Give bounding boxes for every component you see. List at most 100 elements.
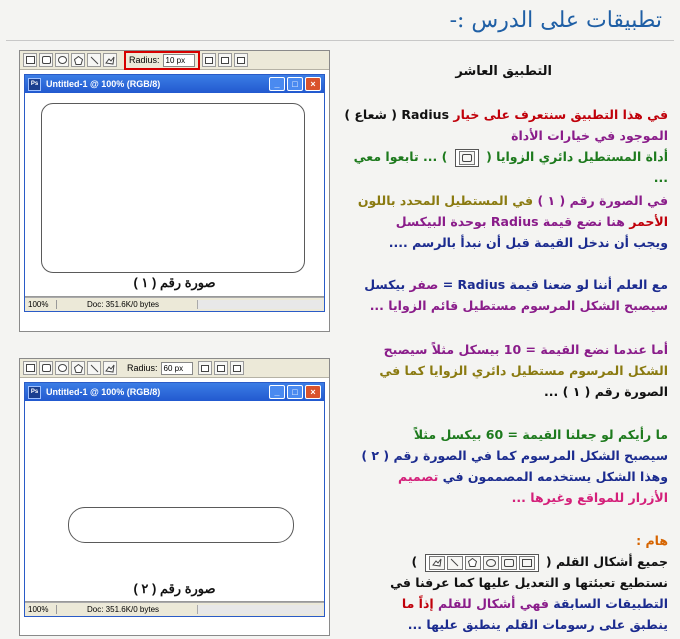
radius-input[interactable]: 60 px	[160, 361, 193, 375]
radius-label: Radius:	[129, 55, 160, 65]
p6-a: جميع أشكال القلم (	[541, 554, 668, 569]
radius-option: Radius: 60 px	[124, 361, 196, 376]
custom-shape-tool-icon[interactable]	[103, 361, 117, 375]
paragraph-4: أما عندما نضع القيمة = 10 بيسكل مثلاً سي…	[338, 339, 668, 402]
minimize-button[interactable]: _	[269, 385, 285, 399]
p2-c: الأحمر	[624, 214, 668, 229]
p5-c: وهذا الشكل يستخدمه المصممون في	[438, 469, 668, 484]
rectangle-tool-icon	[518, 555, 535, 570]
p6-e: فهي أشكال للقلم	[433, 596, 549, 611]
doc-size: Doc: 351.6K/0 bytes	[87, 300, 160, 309]
figure-caption: صورة رقم ( ١ )	[133, 275, 216, 290]
document-titlebar: Ps Untitled-1 @ 100% (RGB/8) _ □ ×	[25, 383, 324, 401]
p5-b: سيصبح الشكل المرسوم كما في الصورة رقم ( …	[361, 448, 668, 463]
p3-d: سيصبح الشكل المرسوم مستطيل قائم الزوايا …	[369, 298, 668, 313]
document-canvas[interactable]: صورة رقم ( ١ )	[25, 93, 324, 297]
document-titlebar: Ps Untitled-1 @ 100% (RGB/8) _ □ ×	[25, 75, 324, 93]
zoom-readout[interactable]: 100%	[25, 300, 57, 309]
paragraph-6: هام : جميع أشكال القلم ( ) نستطيع تعبئته…	[338, 530, 668, 635]
radius-option: Radius: 10 px	[124, 50, 200, 70]
polygon-tool-icon[interactable]	[71, 361, 85, 375]
p5-d: تصميم	[398, 469, 439, 484]
p2-a: في الصورة رقم ( ١ )	[533, 193, 668, 208]
custom-shape-tool-icon[interactable]	[103, 53, 117, 67]
intersect-mode-icon[interactable]	[229, 361, 244, 375]
minimize-button[interactable]: _	[269, 77, 285, 91]
rounded-rectangle-tool-icon[interactable]	[39, 361, 53, 375]
p2-e: ويجب أن ندخل القيمة قبل أن نبدأ بالرسم .…	[388, 235, 668, 250]
p4-b: الشكل المرسوم مستطيل دائري الزوايا كما ف…	[379, 363, 668, 378]
important-label: هام :	[636, 533, 668, 548]
subtract-mode-icon[interactable]	[217, 53, 232, 67]
pill-shape	[68, 507, 294, 543]
paragraph-2: في الصورة رقم ( ١ ) في المستطيل المحدد ب…	[338, 190, 668, 253]
status-bar: 100% Doc: 351.6K/0 bytes	[25, 297, 324, 311]
intersect-mode-icon[interactable]	[233, 53, 248, 67]
path-mode-icon[interactable]	[197, 361, 212, 375]
p5-a: ما رأيكم لو جعلنا القيمة = 60 بيكسل مثلا…	[413, 427, 668, 442]
rectangle-tool-icon[interactable]	[23, 53, 37, 67]
close-button[interactable]: ×	[305, 77, 321, 91]
lesson-title: التطبيق العاشر	[455, 64, 552, 79]
p6-d: التطبيقات السابقة	[548, 596, 668, 611]
zoom-readout[interactable]: 100%	[25, 605, 57, 614]
p6-c: نستطيع تعبئتها و التعديل عليها كما عرفنا…	[390, 575, 668, 590]
photoshop-window-2: Radius: 60 px Ps Untitled-1 @ 100% (RGB/…	[19, 358, 330, 636]
p6-b: )	[411, 554, 422, 569]
document-window: Ps Untitled-1 @ 100% (RGB/8) _ □ × صورة …	[24, 74, 325, 312]
p1-d: أداة المستطيل دائري الزوايا (	[481, 149, 668, 164]
rounded-rectangle-tool-inline	[454, 148, 479, 167]
options-bar: Radius: 10 px	[20, 50, 329, 70]
radius-input[interactable]: 10 px	[162, 53, 195, 67]
heading-divider	[6, 40, 674, 41]
status-bar: 100% Doc: 351.6K/0 bytes	[25, 602, 324, 616]
p6-f: إذاً ما	[401, 596, 434, 611]
polygon-tool-icon[interactable]	[71, 53, 85, 67]
p4-c: الصورة رقم ( ١ ) ...	[544, 384, 668, 399]
page-heading: تطبيقات على الدرس :-	[449, 8, 662, 33]
rectangle-tool-icon[interactable]	[23, 361, 37, 375]
p1-a: في هذا التطبيق سنتعرف على خيار	[449, 107, 668, 122]
p6-g: ينطبق على رسومات القلم ينطبق عليها ...	[407, 617, 668, 632]
document-window: Ps Untitled-1 @ 100% (RGB/8) _ □ × صورة …	[24, 382, 325, 617]
pen-shapes-inline	[424, 553, 539, 572]
horizontal-scrollbar[interactable]	[197, 605, 322, 614]
photoshop-icon: Ps	[28, 77, 41, 91]
doc-size: Doc: 351.6K/0 bytes	[87, 605, 160, 614]
rounded-rectangle-shape	[41, 103, 305, 273]
close-button[interactable]: ×	[305, 385, 321, 399]
rounded-rectangle-tool-icon	[458, 150, 475, 165]
document-canvas[interactable]: صورة رقم ( ٢ )	[25, 401, 324, 602]
rounded-rectangle-tool-icon	[500, 555, 517, 570]
line-tool-icon	[446, 555, 463, 570]
ellipse-tool-icon[interactable]	[55, 53, 69, 67]
ellipse-tool-icon	[482, 555, 499, 570]
p2-b: في المستطيل المحدد باللون	[357, 193, 534, 208]
p2-d: هنا نضع قيمة Radius بوحدة البيكسل	[395, 214, 625, 229]
polygon-tool-icon	[464, 555, 481, 570]
subtract-mode-icon[interactable]	[213, 361, 228, 375]
radius-label: Radius:	[127, 363, 158, 373]
line-tool-icon[interactable]	[87, 361, 101, 375]
ellipse-tool-icon[interactable]	[55, 361, 69, 375]
path-mode-icon[interactable]	[201, 53, 216, 67]
document-title: Untitled-1 @ 100% (RGB/8)	[46, 79, 161, 89]
p4-a: أما عندما نضع القيمة = 10 بيسكل مثلاً سي…	[383, 342, 668, 357]
horizontal-scrollbar[interactable]	[197, 300, 322, 309]
p3-c: بيكسل	[364, 277, 406, 292]
figure-caption: صورة رقم ( ٢ )	[133, 581, 216, 596]
line-tool-icon[interactable]	[87, 53, 101, 67]
p1-b: Radius ( شعاع )	[344, 107, 450, 122]
p1-c: الموجود في خيارات الأداة	[511, 128, 668, 143]
p5-e: الأزرار للمواقع وغيرها ...	[511, 490, 668, 505]
document-title: Untitled-1 @ 100% (RGB/8)	[46, 387, 161, 397]
rounded-rectangle-tool-icon[interactable]	[39, 53, 53, 67]
paragraph-1: في هذا التطبيق سنتعرف على خيار Radius ( …	[338, 104, 668, 188]
paragraph-5: ما رأيكم لو جعلنا القيمة = 60 بيكسل مثلا…	[338, 424, 668, 508]
p3-b: صفر	[405, 277, 439, 292]
p3-a: مع العلم أننا لو ضعنا قيمة Radius =	[438, 277, 668, 292]
maximize-button[interactable]: □	[287, 77, 303, 91]
photoshop-icon: Ps	[28, 385, 41, 399]
maximize-button[interactable]: □	[287, 385, 303, 399]
photoshop-window-1: Radius: 10 px Ps Untitled-1 @ 100% (RGB/…	[19, 50, 330, 332]
